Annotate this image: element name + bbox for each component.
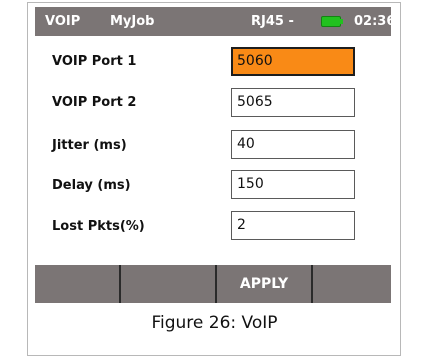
- softkey-bar: APPLY: [35, 265, 391, 303]
- voip-port-1-label: VOIP Port 1: [52, 54, 137, 69]
- device-screen: VOIP MyJob RJ45 - 02:36 VOIP Port 1 5060…: [35, 7, 391, 303]
- voip-port-2-field[interactable]: 5065: [231, 88, 355, 117]
- jitter-field[interactable]: 40: [231, 130, 355, 159]
- softkey-4[interactable]: [313, 265, 391, 303]
- battery-icon: [321, 16, 341, 27]
- voip-port-2-label: VOIP Port 2: [52, 95, 137, 110]
- delay-label: Delay (ms): [52, 178, 131, 193]
- port-label: RJ45 -: [251, 14, 294, 29]
- lost-packets-label: Lost Pkts(%): [52, 219, 145, 234]
- voip-port-1-field[interactable]: 5060: [231, 47, 355, 76]
- mode-label: VOIP: [45, 14, 81, 29]
- job-name: MyJob: [110, 14, 155, 29]
- softkey-2[interactable]: [121, 265, 217, 303]
- battery-terminal: [340, 19, 343, 24]
- lost-packets-field[interactable]: 2: [231, 211, 355, 240]
- delay-field[interactable]: 150: [231, 170, 355, 199]
- figure-caption: Figure 26: VoIP: [151, 313, 278, 333]
- clock: 02:36: [354, 14, 391, 29]
- jitter-label: Jitter (ms): [52, 138, 127, 153]
- status-bar: VOIP MyJob RJ45 - 02:36: [35, 7, 391, 36]
- apply-button[interactable]: APPLY: [217, 265, 313, 303]
- softkey-1[interactable]: [35, 265, 121, 303]
